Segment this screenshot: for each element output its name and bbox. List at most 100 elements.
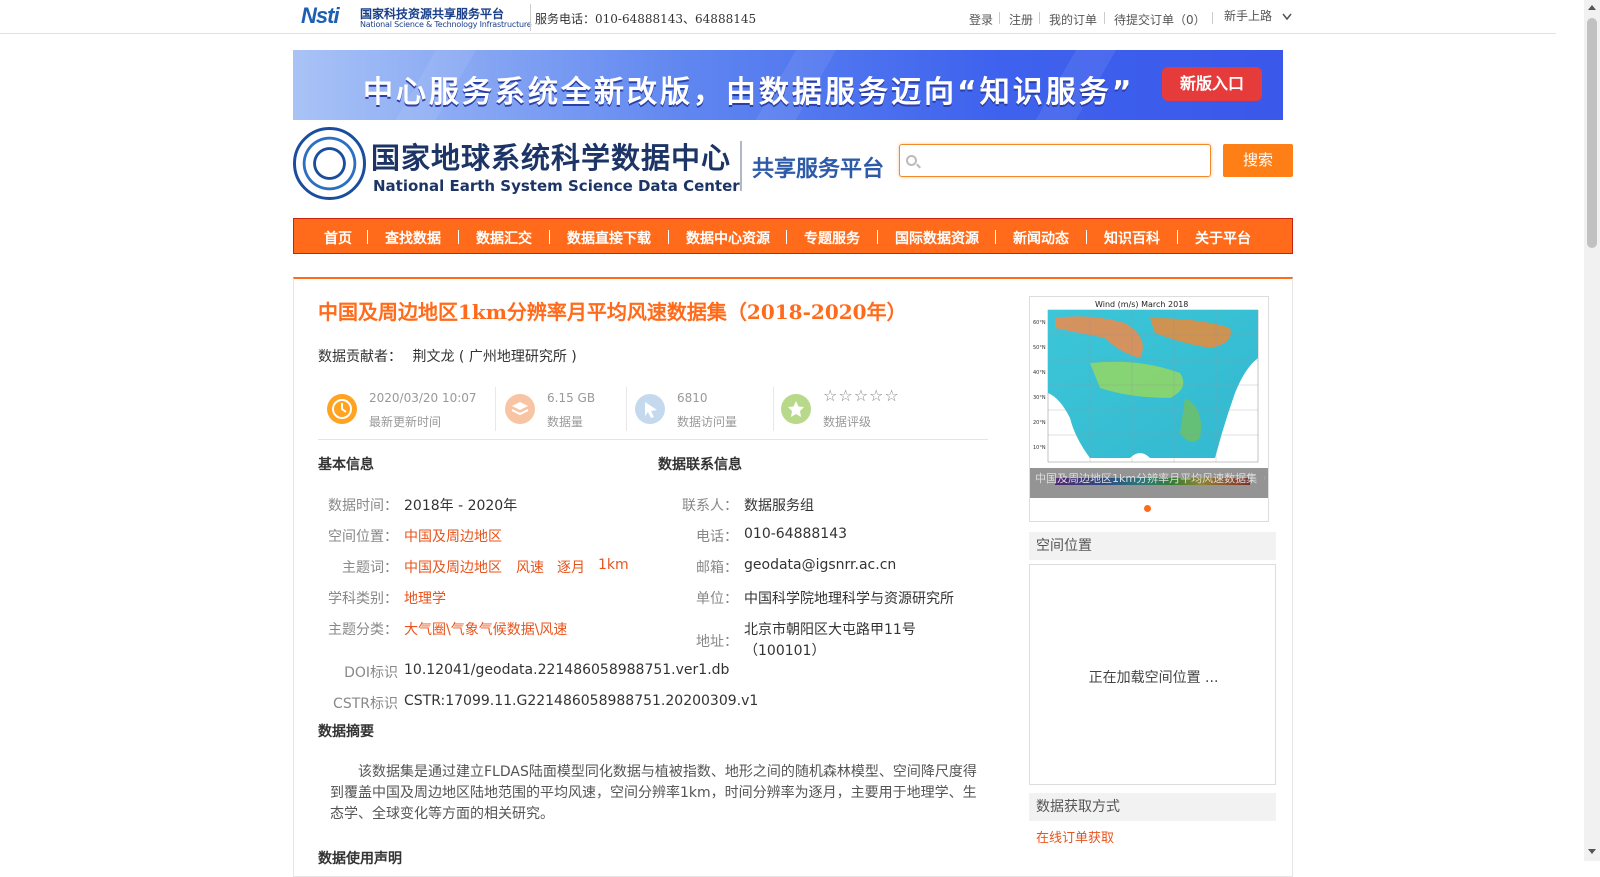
cstr-value: CSTR:17099.11.G221486058988751.20200309.… bbox=[404, 693, 759, 709]
keyword-link[interactable]: 风速 bbox=[516, 557, 544, 577]
cstr-label: CSTR标识 bbox=[333, 696, 398, 712]
contributor-value[interactable]: 荆文龙 ( 广州地理研究所 ) bbox=[412, 349, 576, 365]
stat-visits-label: 数据访问量 bbox=[677, 415, 738, 429]
subject-link[interactable]: 地理学 bbox=[404, 588, 446, 608]
my-orders-link[interactable]: 我的订单 bbox=[1049, 11, 1097, 28]
nav-item-knowledge-base[interactable]: 知识百科 bbox=[1104, 228, 1160, 248]
contact-address-line1: 北京市朝阳区大屯路甲11号 bbox=[744, 622, 916, 638]
spatial-loading-text: 正在加载空间位置 ... bbox=[1088, 670, 1219, 686]
preview-caption: 中国及周边地区1km分辨率月平均风速数据集（2018-2020年） bbox=[1030, 468, 1268, 498]
nav-item-news[interactable]: 新闻动态 bbox=[1013, 228, 1069, 248]
chevron-down-icon bbox=[1282, 13, 1292, 20]
nav-separator bbox=[668, 230, 669, 244]
contact-unit-label: 单位： bbox=[696, 591, 738, 607]
stat-separator bbox=[626, 387, 627, 431]
spatial-location-label: 空间位置： bbox=[328, 529, 398, 545]
carousel-dot-active[interactable] bbox=[1144, 505, 1151, 512]
register-link[interactable]: 注册 bbox=[1009, 11, 1033, 28]
nav-separator bbox=[786, 230, 787, 244]
data-time-label: 数据时间： bbox=[328, 498, 398, 514]
service-phone: 服务电话：010-64888143、64888145 bbox=[535, 12, 757, 26]
logo-title-en: National Earth System Science Data Cente… bbox=[373, 177, 740, 195]
doi-value: 10.12041/geodata.221486058988751.ver1.db bbox=[404, 662, 730, 678]
map-lat-label: 40°N bbox=[1033, 370, 1046, 376]
top-separator bbox=[1104, 12, 1105, 24]
stat-separator bbox=[495, 387, 496, 431]
keyword-link[interactable]: 中国及周边地区 bbox=[404, 557, 502, 577]
subject-label: 学科类别： bbox=[328, 591, 398, 607]
online-order-link[interactable]: 在线订单获取 bbox=[1036, 827, 1114, 846]
data-access-heading: 数据获取方式 bbox=[1029, 793, 1276, 821]
search-box[interactable] bbox=[899, 144, 1211, 177]
contact-address-label: 地址： bbox=[696, 634, 738, 650]
contact-phone-label: 电话： bbox=[696, 529, 738, 545]
top-divider bbox=[530, 4, 531, 31]
stats-row: 2020/03/20 10:07 最新更新时间 6.15 GB 数据量 6810… bbox=[318, 385, 988, 440]
nav-item-international-resources[interactable]: 国际数据资源 bbox=[895, 228, 979, 248]
top-separator bbox=[1212, 12, 1213, 24]
clock-icon bbox=[327, 394, 357, 424]
usage-statement-heading: 数据使用声明 bbox=[318, 851, 402, 867]
nav-item-topic-services[interactable]: 专题服务 bbox=[804, 228, 860, 248]
map-lat-label: 50°N bbox=[1033, 345, 1046, 351]
contributor-line: 数据贡献者： 荆文龙 ( 广州地理研究所 ) bbox=[318, 346, 577, 366]
nav-separator bbox=[995, 230, 996, 244]
scroll-up-arrow-icon[interactable] bbox=[1588, 5, 1596, 10]
spatial-position-heading: 空间位置 bbox=[1029, 532, 1276, 560]
data-center-logo[interactable]: 国家地球系统科学数据中心 National Earth System Scien… bbox=[293, 127, 893, 203]
nav-item-about[interactable]: 关于平台 bbox=[1195, 228, 1251, 248]
data-time-value: 2018年 - 2020年 bbox=[404, 498, 518, 514]
spatial-location-link[interactable]: 中国及周边地区 bbox=[404, 526, 502, 546]
nav-item-find-data[interactable]: 查找数据 bbox=[385, 228, 441, 248]
stat-rating-label: 数据评级 bbox=[823, 415, 872, 429]
rating-stars[interactable]: ☆☆☆☆☆ bbox=[823, 386, 900, 405]
keywords-label: 主题词： bbox=[342, 560, 398, 576]
page-scrollbar[interactable] bbox=[1584, 0, 1600, 861]
contact-email-value[interactable]: geodata@igsnrr.ac.cn bbox=[744, 557, 896, 573]
keyword-link[interactable]: 1km bbox=[598, 557, 629, 573]
stat-update-time-label: 最新更新时间 bbox=[369, 415, 442, 429]
category-label: 主题分类： bbox=[328, 622, 398, 638]
keyword-link[interactable]: 逐月 bbox=[557, 557, 585, 577]
star-icon bbox=[781, 394, 811, 424]
nav-item-direct-download[interactable]: 数据直接下载 bbox=[567, 228, 651, 248]
nsti-logo-en: National Science & Technology Infrastruc… bbox=[360, 20, 532, 29]
map-lat-label: 20°N bbox=[1033, 420, 1046, 426]
stat-separator bbox=[773, 387, 774, 431]
login-link[interactable]: 登录 bbox=[969, 11, 993, 28]
nav-item-center-resources[interactable]: 数据中心资源 bbox=[686, 228, 770, 248]
contact-info-heading: 数据联系信息 bbox=[658, 457, 742, 473]
contact-person-value: 数据服务组 bbox=[744, 498, 814, 514]
nav-separator bbox=[1086, 230, 1087, 244]
nav-item-data-submission[interactable]: 数据汇交 bbox=[476, 228, 532, 248]
top-separator bbox=[1039, 12, 1040, 24]
guide-dropdown[interactable]: 新手上路 bbox=[1224, 7, 1292, 24]
contact-email-label: 邮箱： bbox=[696, 560, 738, 576]
basic-info-heading: 基本信息 bbox=[318, 457, 374, 473]
search-input[interactable] bbox=[922, 147, 1206, 175]
map-lat-label: 10°N bbox=[1033, 445, 1046, 451]
page-title: 中国及周边地区1km分辨率月平均风速数据集（2018-2020年） bbox=[318, 300, 907, 324]
nav-separator bbox=[877, 230, 878, 244]
nav-separator bbox=[458, 230, 459, 244]
stat-update-time: 2020/03/20 10:07 bbox=[369, 391, 477, 405]
pending-orders-link[interactable]: 待提交订单（0） bbox=[1114, 11, 1206, 28]
nsti-logo[interactable]: Nsti 国家科技资源共享服务平台 National Science & Tec… bbox=[301, 3, 532, 31]
search-button[interactable]: 搜索 bbox=[1223, 144, 1293, 177]
search-icon bbox=[906, 155, 917, 166]
nav-item-home[interactable]: 首页 bbox=[324, 228, 352, 248]
nav-separator bbox=[367, 230, 368, 244]
logo-title-cn: 国家地球系统科学数据中心 bbox=[371, 141, 732, 175]
map-title: Wind (m/s) March 2018 bbox=[1095, 300, 1188, 309]
stat-data-size-label: 数据量 bbox=[547, 415, 584, 429]
scroll-down-arrow-icon[interactable] bbox=[1588, 849, 1596, 854]
category-link[interactable]: 大气圈\气象气候数据\风速 bbox=[404, 619, 567, 639]
spatial-map-panel[interactable]: 正在加载空间位置 ... bbox=[1029, 564, 1276, 785]
contact-unit-value: 中国科学院地理科学与资源研究所 bbox=[744, 591, 954, 607]
map-lat-label: 60°N bbox=[1033, 320, 1046, 326]
new-version-entry-button[interactable]: 新版入口 bbox=[1162, 67, 1262, 101]
main-nav: 首页 查找数据 数据汇交 数据直接下载 数据中心资源 专题服务 国际数据资源 新… bbox=[293, 218, 1293, 254]
promo-banner[interactable]: 中心服务系统全新改版，由数据服务迈向“知识服务” 新版入口 bbox=[293, 50, 1283, 120]
scrollbar-thumb[interactable] bbox=[1587, 18, 1597, 248]
map-lat-label: 30°N bbox=[1033, 395, 1046, 401]
